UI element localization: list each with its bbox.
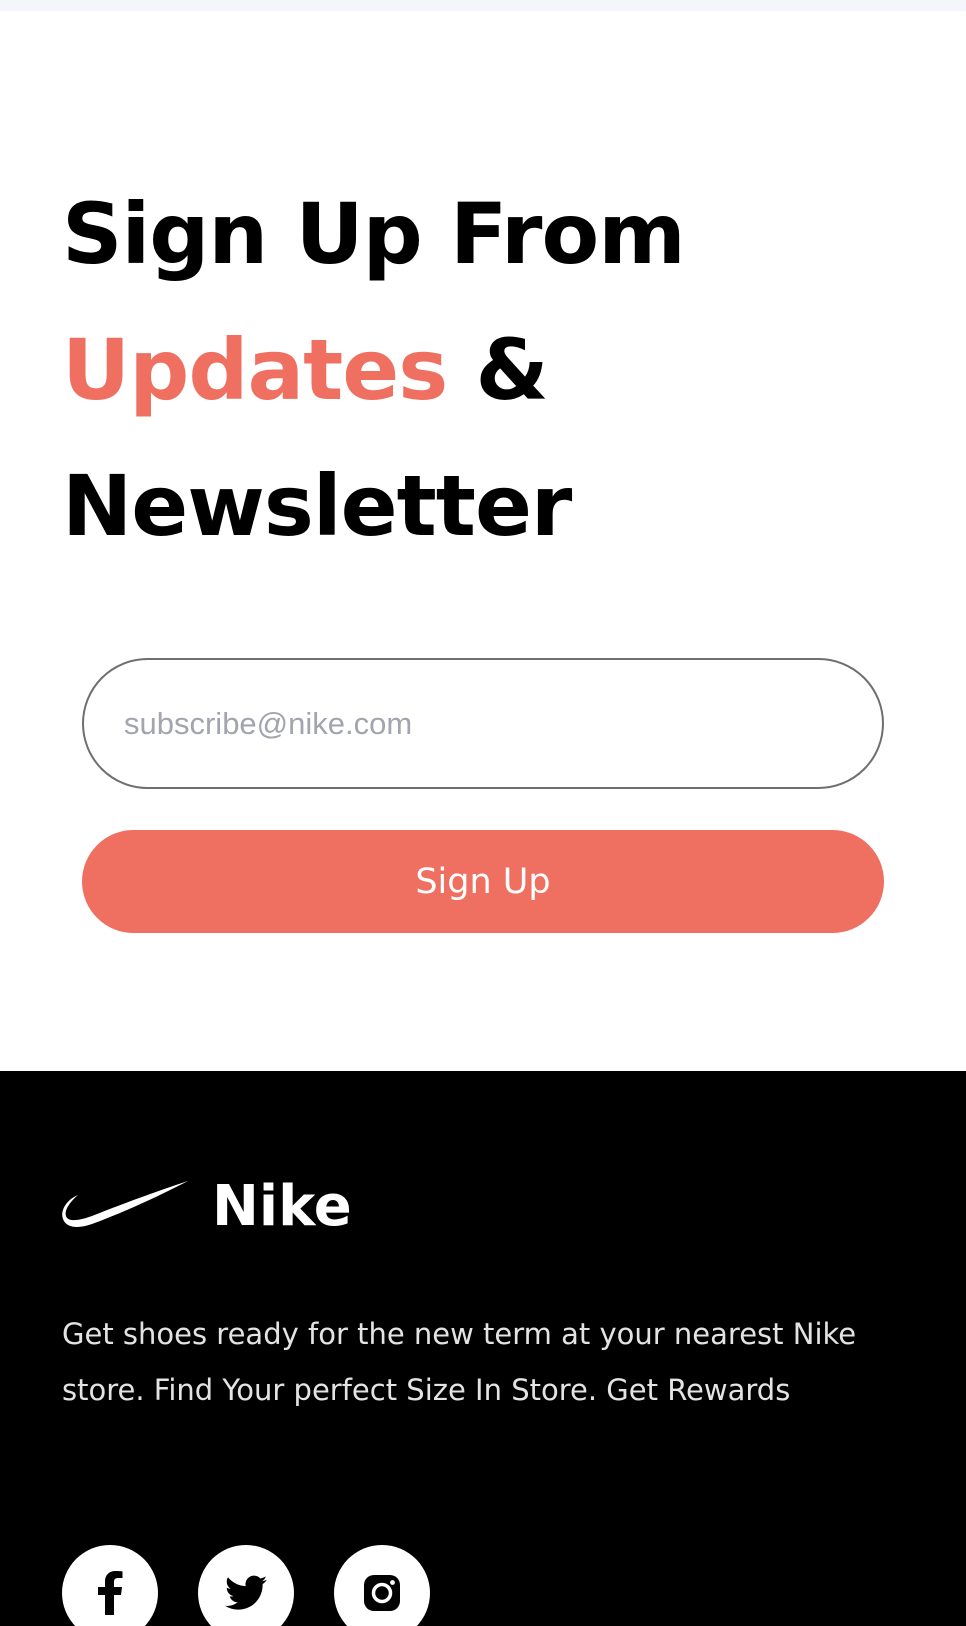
instagram-button[interactable] (334, 1545, 430, 1626)
social-links (62, 1545, 470, 1626)
signup-button[interactable]: Sign Up (82, 830, 884, 933)
nike-swoosh-icon (62, 1181, 190, 1231)
footer: Nike Get shoes ready for the new term at… (0, 1071, 966, 1626)
twitter-button[interactable] (198, 1545, 294, 1626)
headline-ampersand: & (475, 321, 549, 419)
facebook-button[interactable] (62, 1545, 158, 1626)
facebook-icon (95, 1571, 125, 1615)
newsletter-section: Sign Up From Updates & Newsletter Sign Up (0, 11, 966, 1071)
instagram-icon (362, 1573, 402, 1613)
footer-brand: Nike (62, 1166, 352, 1246)
brand-name: Nike (212, 1173, 352, 1239)
twitter-icon (225, 1575, 267, 1611)
footer-description: Get shoes ready for the new term at your… (62, 1317, 857, 1407)
headline-line1: Sign Up From (62, 185, 686, 283)
top-strip (0, 0, 966, 11)
headline-accent: Updates (62, 321, 448, 419)
newsletter-headline: Sign Up From Updates & Newsletter (62, 166, 882, 574)
headline-line3: Newsletter (62, 457, 572, 555)
email-field[interactable] (82, 658, 884, 789)
